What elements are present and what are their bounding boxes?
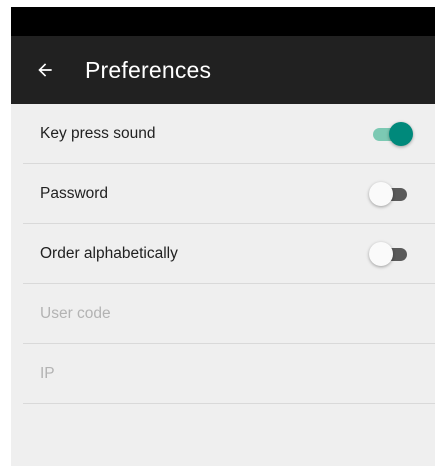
preferences-list: Key press sound Password Order alphabeti… (11, 104, 435, 404)
switch-thumb (389, 121, 413, 146)
switch-thumb (369, 181, 393, 206)
pref-label: IP (40, 364, 55, 382)
pref-label: Key press sound (40, 124, 156, 142)
back-button[interactable] (31, 56, 59, 84)
pref-key-press-sound[interactable]: Key press sound (23, 104, 435, 164)
key-press-sound-switch[interactable] (369, 121, 413, 147)
pref-label: Password (40, 184, 109, 202)
pref-ip[interactable]: IP (23, 344, 435, 404)
arrow-back-icon (35, 60, 55, 80)
status-bar (11, 7, 435, 36)
pref-label: Order alphabetically (40, 244, 178, 262)
pref-label: User code (40, 304, 111, 322)
app-bar: Preferences (11, 36, 435, 104)
page-title: Preferences (85, 56, 212, 83)
pref-order-alphabetically[interactable]: Order alphabetically (23, 224, 435, 284)
switch-thumb (369, 241, 393, 266)
app-screen: Preferences Key press sound Password Ord… (11, 7, 435, 466)
pref-user-code[interactable]: User code (23, 284, 435, 344)
pref-password[interactable]: Password (23, 164, 435, 224)
order-alphabetically-switch[interactable] (369, 241, 413, 267)
password-switch[interactable] (369, 181, 413, 207)
